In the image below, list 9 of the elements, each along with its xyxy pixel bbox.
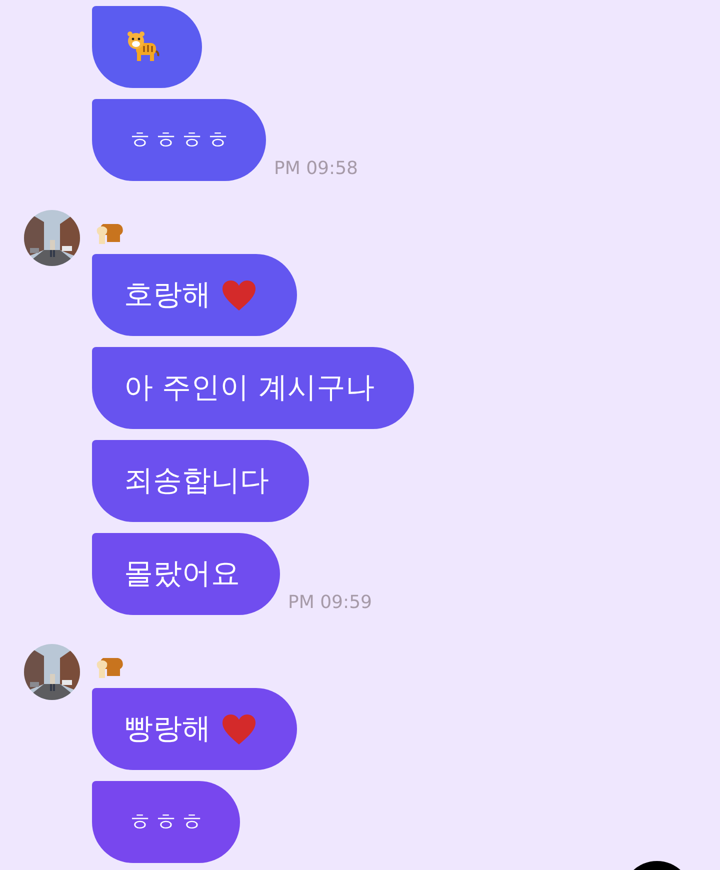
message-bubble: 아 주인이 계시구나 — [92, 347, 414, 429]
message-bubble: ㅎㅎㅎㅎ — [92, 99, 266, 181]
message-bubble: 몰랐어요 — [92, 533, 280, 615]
message-bubble: ㅎㅎㅎ — [92, 781, 240, 863]
message-bubble: 호랑해 — [92, 254, 297, 336]
message-bubble: 빵랑해 — [92, 688, 297, 770]
message-time: PM 09:59 — [288, 592, 372, 613]
message-time: PM 09:58 — [274, 158, 358, 179]
message-bubble: 죄송합니다 — [92, 440, 309, 522]
